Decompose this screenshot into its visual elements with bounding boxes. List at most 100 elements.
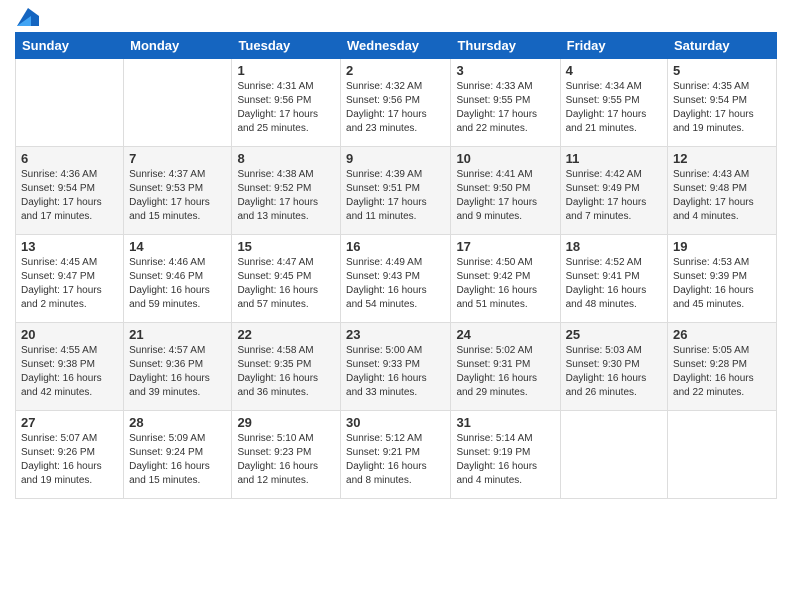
sunset-text: Sunset: 9:48 PM — [673, 182, 771, 196]
sunrise-text: Sunrise: 5:07 AM — [21, 432, 118, 446]
calendar-cell: 13Sunrise: 4:45 AMSunset: 9:47 PMDayligh… — [16, 235, 124, 323]
day-number: 8 — [237, 151, 335, 166]
calendar-cell: 6Sunrise: 4:36 AMSunset: 9:54 PMDaylight… — [16, 147, 124, 235]
sunset-text: Sunset: 9:35 PM — [237, 358, 335, 372]
calendar-cell: 21Sunrise: 4:57 AMSunset: 9:36 PMDayligh… — [124, 323, 232, 411]
daylight-text: Daylight: 16 hours and 48 minutes. — [566, 284, 662, 312]
daylight-text: Daylight: 17 hours and 22 minutes. — [456, 108, 554, 136]
calendar-cell: 12Sunrise: 4:43 AMSunset: 9:48 PMDayligh… — [668, 147, 777, 235]
sunrise-text: Sunrise: 4:47 AM — [237, 256, 335, 270]
day-info: Sunrise: 5:00 AMSunset: 9:33 PMDaylight:… — [346, 344, 445, 400]
logo — [15, 10, 39, 24]
day-number: 16 — [346, 239, 445, 254]
sunset-text: Sunset: 9:51 PM — [346, 182, 445, 196]
sunset-text: Sunset: 9:30 PM — [566, 358, 662, 372]
day-info: Sunrise: 5:03 AMSunset: 9:30 PMDaylight:… — [566, 344, 662, 400]
sunrise-text: Sunrise: 5:05 AM — [673, 344, 771, 358]
day-info: Sunrise: 4:50 AMSunset: 9:42 PMDaylight:… — [456, 256, 554, 312]
calendar-cell — [560, 411, 667, 499]
calendar-cell: 24Sunrise: 5:02 AMSunset: 9:31 PMDayligh… — [451, 323, 560, 411]
day-number: 5 — [673, 63, 771, 78]
calendar-week-row: 27Sunrise: 5:07 AMSunset: 9:26 PMDayligh… — [16, 411, 777, 499]
day-number: 9 — [346, 151, 445, 166]
sunrise-text: Sunrise: 4:33 AM — [456, 80, 554, 94]
daylight-text: Daylight: 17 hours and 17 minutes. — [21, 196, 118, 224]
calendar-cell: 9 Sunrise: 4:39 AMSunset: 9:51 PMDaylight… — [341, 147, 451, 235]
calendar-cell — [668, 411, 777, 499]
daylight-text: Daylight: 16 hours and 8 minutes. — [346, 460, 445, 488]
calendar-cell: 23Sunrise: 5:00 AMSunset: 9:33 PMDayligh… — [341, 323, 451, 411]
daylight-text: Daylight: 17 hours and 21 minutes. — [566, 108, 662, 136]
daylight-text: Daylight: 16 hours and 4 minutes. — [456, 460, 554, 488]
sunrise-text: Sunrise: 4:32 AM — [346, 80, 445, 94]
daylight-text: Daylight: 17 hours and 13 minutes. — [237, 196, 335, 224]
day-number: 30 — [346, 415, 445, 430]
day-number: 2 — [346, 63, 445, 78]
calendar-cell: 28Sunrise: 5:09 AMSunset: 9:24 PMDayligh… — [124, 411, 232, 499]
daylight-text: Daylight: 16 hours and 39 minutes. — [129, 372, 226, 400]
sunset-text: Sunset: 9:49 PM — [566, 182, 662, 196]
day-number: 21 — [129, 327, 226, 342]
day-info: Sunrise: 5:07 AMSunset: 9:26 PMDaylight:… — [21, 432, 118, 488]
calendar-cell: 27Sunrise: 5:07 AMSunset: 9:26 PMDayligh… — [16, 411, 124, 499]
sunrise-text: Sunrise: 4:50 AM — [456, 256, 554, 270]
calendar-week-row: 6Sunrise: 4:36 AMSunset: 9:54 PMDaylight… — [16, 147, 777, 235]
sunset-text: Sunset: 9:55 PM — [566, 94, 662, 108]
day-number: 17 — [456, 239, 554, 254]
day-info: Sunrise: 4:58 AMSunset: 9:35 PMDaylight:… — [237, 344, 335, 400]
sunset-text: Sunset: 9:52 PM — [237, 182, 335, 196]
daylight-text: Daylight: 16 hours and 36 minutes. — [237, 372, 335, 400]
calendar-cell: 20Sunrise: 4:55 AMSunset: 9:38 PMDayligh… — [16, 323, 124, 411]
day-number: 31 — [456, 415, 554, 430]
daylight-text: Daylight: 16 hours and 26 minutes. — [566, 372, 662, 400]
daylight-text: Daylight: 16 hours and 33 minutes. — [346, 372, 445, 400]
sunrise-text: Sunrise: 4:58 AM — [237, 344, 335, 358]
day-info: Sunrise: 5:02 AMSunset: 9:31 PMDaylight:… — [456, 344, 554, 400]
calendar-header-row: SundayMondayTuesdayWednesdayThursdayFrid… — [16, 33, 777, 59]
calendar-cell: 30 Sunrise: 5:12 AMSunset: 9:21 PMDayligh… — [341, 411, 451, 499]
sunrise-text: Sunrise: 4:31 AM — [237, 80, 335, 94]
day-number: 1 — [237, 63, 335, 78]
day-info: Sunrise: 4:39 AMSunset: 9:51 PMDaylight:… — [346, 168, 445, 224]
calendar-week-row: 13Sunrise: 4:45 AMSunset: 9:47 PMDayligh… — [16, 235, 777, 323]
day-number: 6 — [21, 151, 118, 166]
sunrise-text: Sunrise: 4:53 AM — [673, 256, 771, 270]
day-info: Sunrise: 5:14 AMSunset: 9:19 PMDaylight:… — [456, 432, 554, 488]
daylight-text: Daylight: 17 hours and 9 minutes. — [456, 196, 554, 224]
daylight-text: Daylight: 16 hours and 22 minutes. — [673, 372, 771, 400]
daylight-text: Daylight: 16 hours and 19 minutes. — [21, 460, 118, 488]
day-info: Sunrise: 5:05 AMSunset: 9:28 PMDaylight:… — [673, 344, 771, 400]
calendar-cell: 2Sunrise: 4:32 AMSunset: 9:56 PMDaylight… — [341, 59, 451, 147]
day-info: Sunrise: 4:45 AMSunset: 9:47 PMDaylight:… — [21, 256, 118, 312]
sunset-text: Sunset: 9:53 PM — [129, 182, 226, 196]
day-number: 14 — [129, 239, 226, 254]
calendar-cell: 10Sunrise: 4:41 AMSunset: 9:50 PMDayligh… — [451, 147, 560, 235]
day-header-monday: Monday — [124, 33, 232, 59]
day-number: 18 — [566, 239, 662, 254]
sunset-text: Sunset: 9:21 PM — [346, 446, 445, 460]
day-number: 22 — [237, 327, 335, 342]
day-info: Sunrise: 4:35 AMSunset: 9:54 PMDaylight:… — [673, 80, 771, 136]
day-info: Sunrise: 5:12 AMSunset: 9:21 PMDaylight:… — [346, 432, 445, 488]
sunset-text: Sunset: 9:45 PM — [237, 270, 335, 284]
daylight-text: Daylight: 16 hours and 54 minutes. — [346, 284, 445, 312]
day-number: 7 — [129, 151, 226, 166]
day-number: 19 — [673, 239, 771, 254]
day-header-friday: Friday — [560, 33, 667, 59]
day-info: Sunrise: 4:38 AMSunset: 9:52 PMDaylight:… — [237, 168, 335, 224]
logo-icon — [17, 8, 39, 26]
sunset-text: Sunset: 9:42 PM — [456, 270, 554, 284]
calendar-cell: 11Sunrise: 4:42 AMSunset: 9:49 PMDayligh… — [560, 147, 667, 235]
page: SundayMondayTuesdayWednesdayThursdayFrid… — [0, 0, 792, 612]
sunrise-text: Sunrise: 5:00 AM — [346, 344, 445, 358]
day-info: Sunrise: 4:34 AMSunset: 9:55 PMDaylight:… — [566, 80, 662, 136]
day-info: Sunrise: 4:46 AMSunset: 9:46 PMDaylight:… — [129, 256, 226, 312]
day-info: Sunrise: 4:41 AMSunset: 9:50 PMDaylight:… — [456, 168, 554, 224]
sunrise-text: Sunrise: 4:38 AM — [237, 168, 335, 182]
sunrise-text: Sunrise: 4:46 AM — [129, 256, 226, 270]
sunrise-text: Sunrise: 4:55 AM — [21, 344, 118, 358]
calendar-cell: 19Sunrise: 4:53 AMSunset: 9:39 PMDayligh… — [668, 235, 777, 323]
sunrise-text: Sunrise: 4:36 AM — [21, 168, 118, 182]
day-info: Sunrise: 4:55 AMSunset: 9:38 PMDaylight:… — [21, 344, 118, 400]
calendar-cell: 8 Sunrise: 4:38 AMSunset: 9:52 PMDaylight… — [232, 147, 341, 235]
